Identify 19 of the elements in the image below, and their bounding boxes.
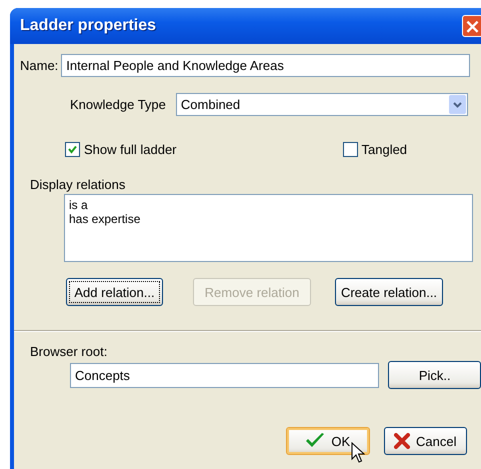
list-item[interactable]: has expertise (69, 212, 468, 226)
knowledge-type-label: Knowledge Type (70, 97, 166, 112)
relations-list[interactable]: is a has expertise (64, 194, 473, 262)
checkbox-label: Tangled (362, 142, 408, 157)
display-relations-label: Display relations (30, 177, 126, 192)
browser-root-label: Browser root: (30, 344, 108, 359)
relation-button[interactable]: Create relation... (335, 278, 443, 306)
ok-button[interactable]: OK (286, 427, 370, 455)
cancel-button[interactable]: Cancel (384, 427, 467, 455)
window-title: Ladder properties (20, 17, 156, 35)
knowledge-type-dropdown[interactable]: Combined (176, 93, 468, 116)
pick-button[interactable]: Pick.. (388, 361, 481, 389)
close-button[interactable]: × (462, 15, 481, 37)
browser-root-field[interactable]: Concepts (70, 362, 380, 388)
name-label: Name: (20, 58, 58, 73)
checkbox-label: Show full ladder (84, 142, 176, 157)
relation-button[interactable]: Add relation... (66, 278, 163, 306)
list-item[interactable]: is a (69, 198, 468, 212)
name-field[interactable]: Internal People and Knowledge Areas (61, 54, 470, 77)
